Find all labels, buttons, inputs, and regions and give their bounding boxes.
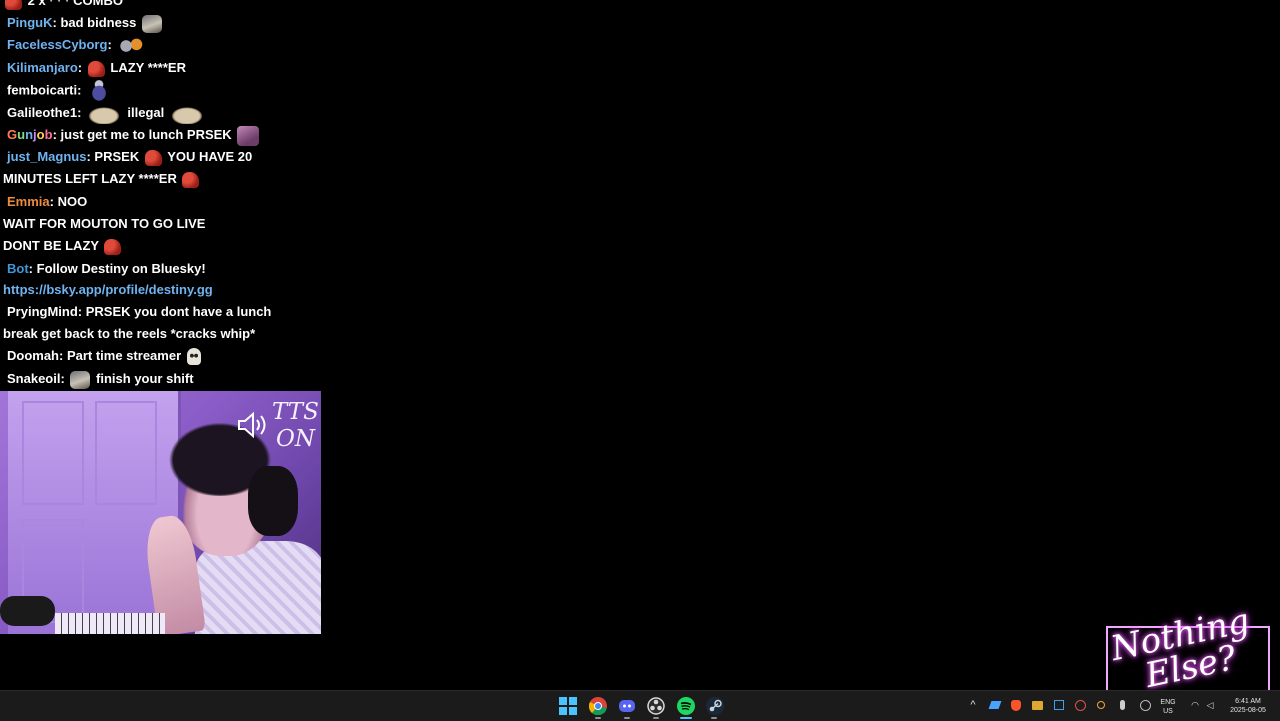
chat-username[interactable]: Kilimanjaro xyxy=(7,60,78,75)
taskbar-indicator xyxy=(653,717,659,719)
chat-text: finish your shift xyxy=(96,371,194,386)
chat-text: LAZY ****ER xyxy=(110,60,186,75)
network-icon[interactable] xyxy=(1138,698,1152,712)
chat-message: Kilimanjaro: LAZY ****ER xyxy=(7,60,186,77)
chat-username[interactable]: Doomah xyxy=(7,348,59,363)
pink-emote-icon xyxy=(237,125,260,146)
chat-username[interactable]: just_Magnus xyxy=(7,149,86,164)
wifi-icon[interactable]: ◠ xyxy=(1188,698,1202,712)
cat-emote-icon xyxy=(141,14,162,33)
door-panel xyxy=(22,401,84,505)
steam-icon[interactable] xyxy=(705,696,725,716)
taskbar-indicator-active xyxy=(680,717,692,719)
windows-start-icon[interactable] xyxy=(558,696,578,716)
skull-emote-icon xyxy=(186,348,201,366)
chat-username[interactable]: PryingMind xyxy=(7,304,78,319)
hat-emote-icon xyxy=(166,103,209,124)
pepe-emote-icon xyxy=(182,171,200,188)
folder-icon[interactable] xyxy=(1030,698,1044,712)
chat-message: PinguK: bad bidness xyxy=(7,13,164,33)
chat-text: YOU HAVE 20 xyxy=(167,149,253,164)
cat-emote-icon xyxy=(70,370,91,389)
tray-window-icon[interactable] xyxy=(1052,698,1066,712)
volume-icon[interactable]: ◁ xyxy=(1203,698,1217,712)
chat-message: Gunjob: just get me to lunch PRSEK xyxy=(7,125,261,146)
taskbar: ^ ENG US ◠ ◁ 6:41 AM 2025-08-05 xyxy=(0,690,1280,721)
speaker-icon xyxy=(238,411,266,439)
chat-message: PryingMind: PRSEK you dont have a lunch xyxy=(7,304,272,319)
tts-label: TTS xyxy=(272,399,319,425)
door-panel xyxy=(95,401,157,505)
chat-text: just get me to lunch PRSEK xyxy=(60,127,232,142)
taskbar-indicator xyxy=(711,717,717,719)
brand-logo: Nothing Else? xyxy=(1100,601,1275,696)
chat-username[interactable]: PinguK xyxy=(7,15,53,30)
chat-message: Snakeoil: finish your shift xyxy=(7,369,194,389)
pepe-emote-icon xyxy=(5,0,22,10)
chat-continuation: break get back to the reels *cracks whip… xyxy=(3,326,256,341)
tts-state: ON xyxy=(276,426,315,452)
chat-message: Bot: Follow Destiny on Bluesky! xyxy=(7,261,206,276)
pepe-emote-icon xyxy=(104,238,122,255)
discord-icon[interactable] xyxy=(617,696,637,716)
chat-text: illegal xyxy=(127,105,165,120)
chat-message: Doomah: Part time streamer xyxy=(7,346,203,366)
spotify-icon[interactable] xyxy=(676,696,696,716)
chrome-icon[interactable] xyxy=(588,696,608,716)
frog-emote-icon xyxy=(87,80,112,102)
brave-icon[interactable] xyxy=(1009,698,1023,712)
microphone-tray-icon[interactable] xyxy=(1115,698,1129,712)
chat-username[interactable]: FacelessCyborg xyxy=(7,37,107,52)
chat-username[interactable]: femboicarti xyxy=(7,82,77,97)
chat-username[interactable]: Snakeoil xyxy=(7,371,60,386)
chat-text: NOO xyxy=(57,194,88,209)
microphone-icon xyxy=(0,596,55,626)
bluesky-link[interactable]: https://bsky.app/profile/destiny.gg xyxy=(3,280,213,300)
chat-username[interactable]: Gunjob xyxy=(7,127,53,142)
tts-indicator: TTS ON xyxy=(236,400,320,456)
chat-continuation: MINUTES LEFT LAZY ****ER xyxy=(3,169,201,189)
chat-username[interactable]: Emmia xyxy=(7,194,50,209)
tray-red-icon[interactable] xyxy=(1073,698,1087,712)
chat-message: Galileothe1: illegal xyxy=(7,103,210,124)
chat-message: femboicarti: xyxy=(7,80,113,102)
taskbar-indicator xyxy=(595,717,601,719)
combo-line: 2 x · · · COMBO xyxy=(3,0,123,11)
chat-text: PRSEK xyxy=(94,149,140,164)
tray-app-icon[interactable] xyxy=(988,698,1002,712)
chat-text: Follow Destiny on Bluesky! xyxy=(36,261,206,276)
chat-text: bad bidness xyxy=(60,15,137,30)
hat-emote-icon xyxy=(83,103,126,124)
keyboard xyxy=(55,613,165,634)
taskbar-indicator xyxy=(624,717,630,719)
chevron-up-icon[interactable]: ^ xyxy=(966,698,980,712)
pepe-emote-icon xyxy=(144,149,162,166)
language-indicator[interactable]: ENG US xyxy=(1156,698,1180,716)
chat-text: Part time streamer xyxy=(66,348,182,363)
chat-username[interactable]: Galileothe1 xyxy=(7,105,77,120)
headset-icon xyxy=(248,466,298,536)
chat-continuation: WAIT FOR MOUTON TO GO LIVE xyxy=(3,216,206,231)
chat-message: Emmia: NOO xyxy=(7,194,88,209)
chat-continuation: DONT BE LAZY xyxy=(3,236,123,256)
gremlin-emote-icon xyxy=(117,37,144,54)
chat-text: PRSEK you dont have a lunch xyxy=(85,304,272,319)
obs-icon[interactable] xyxy=(646,696,666,716)
search-icon[interactable] xyxy=(1094,698,1108,712)
pepe-emote-icon xyxy=(87,60,105,77)
chat-message: just_Magnus: PRSEK YOU HAVE 20 xyxy=(7,149,253,166)
clock[interactable]: 6:41 AM 2025-08-05 xyxy=(1222,697,1274,715)
chat-message: FacelessCyborg: xyxy=(7,35,145,55)
chat-username[interactable]: Bot xyxy=(7,261,29,276)
